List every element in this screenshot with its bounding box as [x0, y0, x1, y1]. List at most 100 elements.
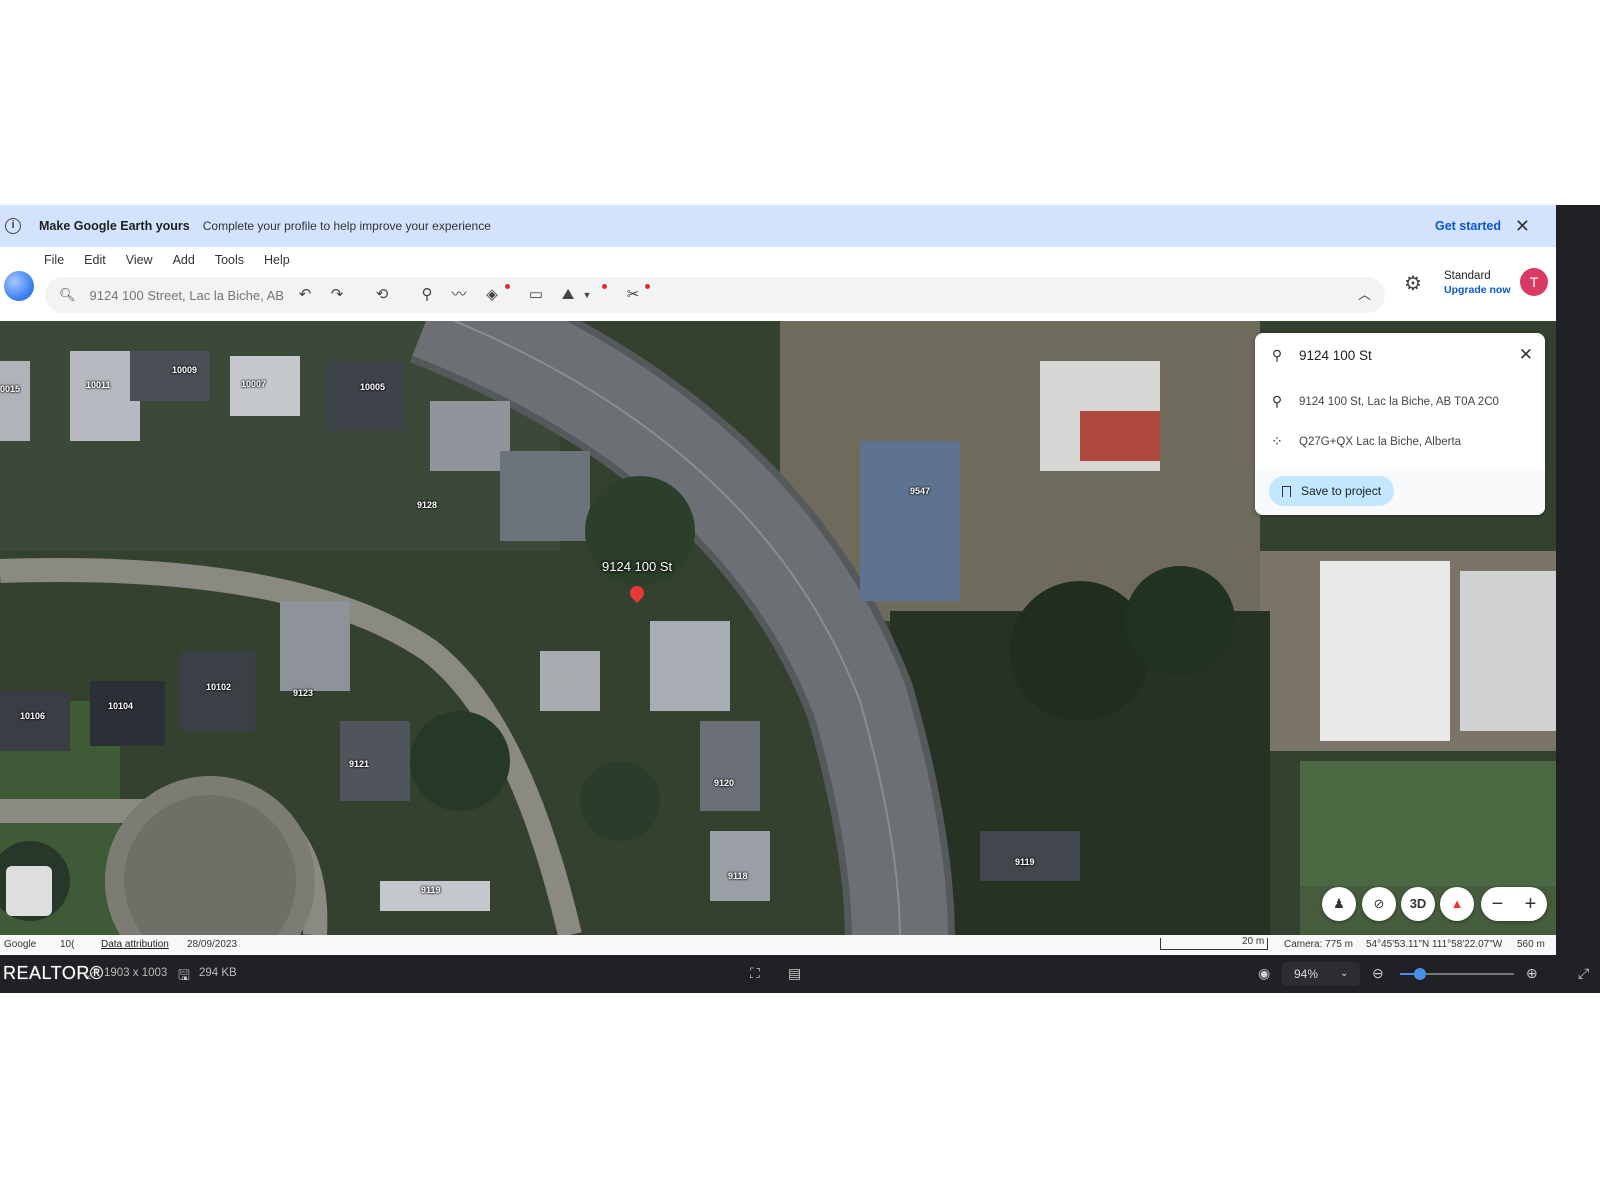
image-dimensions: 1903 x 1003 — [104, 967, 168, 979]
text-select-icon[interactable]: ▤ — [788, 965, 801, 982]
place-title-row: ⚲ 9124 100 St — [1255, 347, 1372, 364]
info-icon: i — [5, 218, 21, 234]
get-started-link[interactable]: Get started — [1435, 219, 1501, 233]
lot-number-label: 10009 — [172, 365, 198, 375]
profile-banner: i Make Google Earth yours Complete your … — [0, 205, 1556, 247]
menu-add[interactable]: Add — [173, 253, 195, 267]
menu-view[interactable]: View — [126, 253, 153, 267]
satellite-notification-dot — [645, 284, 650, 289]
zoom-controls: − + — [1481, 887, 1547, 921]
address-row: ⚲ 9124 100 St, Lac la Biche, AB T0A 2C0 — [1255, 393, 1499, 410]
layers-notification-dot — [505, 284, 510, 289]
lot-number-label: 9119 — [421, 885, 441, 895]
redo-icon[interactable]: ↷ — [325, 284, 349, 306]
menu-bar: File Edit View Add Tools Help — [44, 253, 310, 267]
save-to-project-button[interactable]: Save to project — [1269, 476, 1395, 506]
path-icon[interactable]: 〰 — [447, 284, 471, 306]
lot-number-label: 10102 — [206, 682, 232, 692]
save-to-project-label: Save to project — [1301, 484, 1382, 498]
banner-message: Complete your profile to help improve yo… — [202, 219, 491, 233]
search-input[interactable] — [89, 287, 285, 303]
zoom-level: 94% — [1294, 967, 1319, 981]
menu-toolbar: File Edit View Add Tools Help 🔍︎ ↶ ↷ ⟲ ⚲… — [0, 247, 1556, 321]
compass-icon[interactable]: ▲ — [1440, 887, 1474, 921]
google-earth-logo-icon[interactable] — [4, 271, 34, 301]
place-address: 9124 100 St, Lac la Biche, AB T0A 2C0 — [1299, 395, 1499, 408]
bookmark-icon — [1282, 485, 1291, 497]
card-footer: Save to project — [1255, 469, 1545, 515]
fit-screen-icon[interactable]: ⛶ — [750, 965, 760, 982]
zoom-out-icon[interactable]: ⊖ — [1372, 965, 1384, 982]
location-pin-icon: ⚲ — [1271, 393, 1283, 409]
lot-number-label: 9119 — [1015, 857, 1035, 867]
pin-label: 9124 100 St — [602, 559, 673, 574]
filesize-icon: 🖫 — [178, 967, 190, 983]
image-viewer-bar: ⤢ 1903 x 1003 🖫 294 KB ⛶ ▤ ◉ 94% ⌄ ⊖ ⊕ ⤢ — [0, 955, 1600, 993]
scale-label: 20 m — [1242, 936, 1265, 947]
place-title: 9124 100 St — [1299, 348, 1372, 363]
close-icon[interactable]: ✕ — [1519, 345, 1533, 365]
lot-number-label: 9121 — [349, 759, 370, 769]
upgrade-link[interactable]: Upgrade now — [1444, 283, 1511, 297]
realtor-logo-tile — [6, 866, 52, 916]
zoom-in-icon[interactable]: ⊕ — [1526, 965, 1538, 982]
right-edge-strip — [1556, 205, 1600, 955]
menu-help[interactable]: Help — [264, 253, 290, 267]
elevation: 560 m — [1517, 939, 1545, 950]
screenshot-icon[interactable]: ◉ — [1258, 965, 1270, 982]
measure-icon[interactable]: ▭ — [524, 284, 548, 306]
plus-code-row: ⁘ Q27G+QX Lac la Biche, Alberta — [1255, 433, 1461, 450]
collapse-chevron-icon[interactable]: ︿ — [1358, 284, 1371, 303]
menu-tools[interactable]: Tools — [215, 253, 244, 267]
history-icon[interactable]: ⟲ — [370, 284, 394, 306]
data-attribution-link[interactable]: Data attribution — [101, 939, 169, 950]
pegman-icon[interactable]: ♟ — [1322, 887, 1356, 921]
search-box: 🔍︎ — [45, 277, 285, 313]
realtor-watermark: REALTOR® — [3, 963, 104, 983]
camera-altitude: Camera: 775 m — [1284, 939, 1353, 950]
banner-close-icon[interactable]: ✕ — [1515, 216, 1530, 237]
settings-gear-icon[interactable]: ⚙ — [1404, 271, 1422, 296]
avatar[interactable]: T — [1520, 268, 1548, 296]
lot-number-label: 9118 — [728, 871, 748, 881]
lot-number-label: 9128 — [417, 500, 438, 510]
partial-credit: 10( — [60, 939, 75, 950]
lot-number-label: 10007 — [241, 379, 267, 389]
expand-icon[interactable]: ⤢ — [1578, 965, 1589, 982]
main-toolbar: 🔍︎ ↶ ↷ ⟲ ⚲ 〰 ◈ ▭ ⛰ ▼ ✂ ︿ — [45, 277, 1385, 313]
chevron-down-icon: ⌄ — [1340, 968, 1349, 979]
coordinates: 54°45'53.11"N 111°58'22.07"W — [1366, 939, 1503, 950]
satellite-icon[interactable]: ✂ — [621, 284, 645, 306]
undo-icon[interactable]: ↶ — [293, 284, 317, 306]
plus-code-icon: ⁘ — [1271, 433, 1283, 449]
google-earth-app: i Make Google Earth yours Complete your … — [0, 205, 1556, 955]
location-pin-icon: ⚲ — [1271, 347, 1283, 363]
zoom-level-select[interactable]: 94% ⌄ — [1282, 962, 1360, 986]
imagery-date: 28/09/2023 — [187, 939, 238, 950]
zoom-in-icon[interactable]: + — [1525, 893, 1537, 916]
screenshot-frame: i Make Google Earth yours Complete your … — [0, 205, 1600, 993]
chevron-down-icon[interactable]: ▼ — [575, 284, 599, 306]
overlay-notification-dot — [602, 284, 607, 289]
zoom-slider-handle[interactable] — [1414, 968, 1426, 980]
lot-number-label: 10104 — [108, 701, 134, 711]
menu-file[interactable]: File — [44, 253, 64, 267]
lot-number-label: 10011 — [86, 380, 111, 390]
zoom-out-icon[interactable]: − — [1492, 893, 1504, 916]
google-credit: Google — [4, 939, 37, 950]
tilt-reset-icon[interactable]: ⊘ — [1362, 887, 1396, 921]
plan-info: Standard Upgrade now — [1444, 269, 1511, 297]
plan-label: Standard — [1444, 270, 1491, 282]
3d-button[interactable]: 3D — [1401, 887, 1435, 921]
menu-edit[interactable]: Edit — [84, 253, 106, 267]
lot-number-label: 9123 — [293, 688, 314, 698]
satellite-map[interactable]: 10009 10011 10007 10005 0015 9128 9547 1… — [0, 321, 1556, 935]
image-filesize: 294 KB — [199, 967, 237, 979]
lot-number-label: 0015 — [0, 384, 21, 394]
layers-icon[interactable]: ◈ — [480, 284, 504, 306]
search-icon[interactable]: 🔍︎ — [59, 287, 76, 303]
plus-code: Q27G+QX Lac la Biche, Alberta — [1299, 435, 1462, 448]
zoom-slider[interactable] — [1400, 968, 1514, 980]
placemark-icon[interactable]: ⚲ — [415, 284, 439, 306]
banner-title: Make Google Earth yours — [39, 219, 190, 233]
